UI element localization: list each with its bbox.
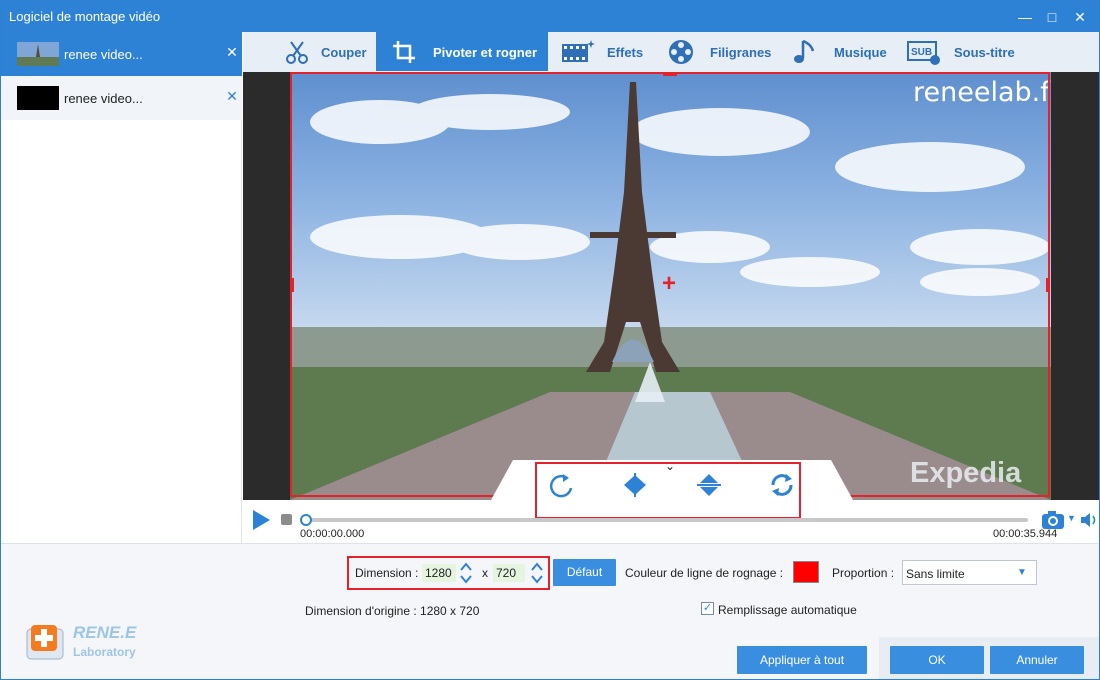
auto-fill-checkbox[interactable]: ✓ — [701, 602, 714, 615]
tab-label: Filigranes — [710, 45, 772, 60]
tab-pivoter-rogner[interactable]: Pivoter et rogner — [376, 32, 548, 71]
crop-color-swatch[interactable] — [793, 561, 819, 583]
width-stepper[interactable] — [460, 562, 472, 584]
proportion-value: Sans limite — [906, 567, 965, 581]
tab-couper[interactable]: Couper — [271, 32, 375, 71]
crop-handle-left[interactable] — [290, 278, 294, 292]
file-item-2[interactable]: renee video... ✕ — [1, 76, 242, 120]
tab-filigranes[interactable]: Filigranes — [661, 32, 777, 71]
rene-logo-icon — [26, 625, 64, 660]
brand-logo: RENE.E Laboratory — [23, 619, 163, 665]
stop-icon[interactable] — [281, 514, 292, 525]
height-input[interactable]: 720 — [493, 564, 525, 582]
remove-file-icon[interactable]: ✕ — [225, 88, 239, 105]
title-bar: Logiciel de montage vidéo — □ ✕ — [1, 1, 1099, 32]
play-icon[interactable] — [251, 509, 271, 531]
video-thumbnail — [17, 42, 59, 66]
proportion-select[interactable]: Sans limite ▼ — [902, 560, 1037, 585]
dimension-separator: x — [482, 566, 488, 580]
music-note-icon — [794, 39, 815, 63]
subtitle-icon: SUB — [907, 41, 940, 65]
proportion-label: Proportion : — [832, 566, 895, 580]
svg-text:SUB: SUB — [911, 47, 932, 58]
tab-label: Sous-titre — [954, 45, 1015, 60]
video-thumbnail — [17, 86, 59, 110]
timeline-scrubber[interactable] — [300, 514, 312, 526]
auto-fill-label: Remplissage automatique — [718, 603, 857, 617]
file-name: renee video... — [64, 47, 143, 62]
crop-color-label: Couleur de ligne de rognage : — [625, 566, 784, 580]
volume-icon[interactable] — [1079, 511, 1099, 529]
tab-effets[interactable]: Effets — [553, 32, 653, 71]
tab-label: Musique — [834, 45, 887, 60]
brand-sub: Laboratory — [73, 645, 136, 659]
crop-handle-top[interactable] — [663, 72, 677, 76]
flip-vertical-icon[interactable] — [694, 470, 724, 500]
close-icon[interactable]: ✕ — [1070, 7, 1090, 27]
timeline-track[interactable] — [301, 518, 1028, 522]
tab-sous-titre[interactable]: SUB Sous-titre — [903, 32, 1033, 71]
width-input[interactable]: 1280 — [422, 564, 456, 582]
file-list-sidebar: renee video... ✕ renee video... ✕ — [1, 32, 242, 543]
crop-handle-right[interactable] — [1046, 278, 1050, 292]
chevron-down-icon: ▼ — [1017, 567, 1027, 578]
maximize-icon[interactable]: □ — [1042, 7, 1062, 27]
file-item-1[interactable]: renee video... ✕ — [1, 32, 242, 76]
cancel-button[interactable]: Annuler — [990, 646, 1084, 674]
brand-name: RENE.E — [73, 623, 137, 642]
film-reel-icon — [669, 40, 693, 64]
tab-musique[interactable]: Musique — [787, 32, 895, 71]
file-name: renee video... — [64, 91, 143, 106]
ok-button[interactable]: OK — [890, 646, 984, 674]
remove-file-icon[interactable]: ✕ — [225, 44, 239, 61]
tool-tabs: Couper Pivoter et rogner Effets Filigran… — [243, 32, 1099, 72]
default-button[interactable]: Défaut — [553, 559, 616, 586]
scissors-icon — [286, 41, 308, 64]
tab-label: Pivoter et rogner — [433, 45, 538, 60]
tab-label: Effets — [607, 45, 644, 60]
rotate-reset-icon[interactable] — [767, 470, 797, 500]
window-title: Logiciel de montage vidéo — [9, 9, 161, 24]
apply-all-button[interactable]: Appliquer à tout — [737, 646, 867, 674]
flip-horizontal-icon[interactable] — [620, 470, 650, 500]
rotate-clockwise-icon[interactable] — [547, 470, 577, 500]
camera-icon[interactable] — [1041, 510, 1067, 530]
minimize-icon[interactable]: — — [1015, 7, 1035, 27]
dimension-label: Dimension : — [355, 566, 419, 580]
crop-rectangle[interactable]: + — [290, 72, 1050, 497]
tab-label: Couper — [321, 45, 367, 60]
current-time: 00:00:00.000 — [300, 528, 365, 540]
original-dimension: Dimension d'origine : 1280 x 720 — [305, 604, 480, 618]
crop-rotate-icon — [393, 41, 415, 63]
film-effects-icon — [562, 40, 595, 62]
height-stepper[interactable] — [531, 562, 543, 584]
camera-dropdown-icon[interactable]: ▼ — [1067, 513, 1076, 523]
crop-center-cross-icon: + — [662, 270, 677, 297]
